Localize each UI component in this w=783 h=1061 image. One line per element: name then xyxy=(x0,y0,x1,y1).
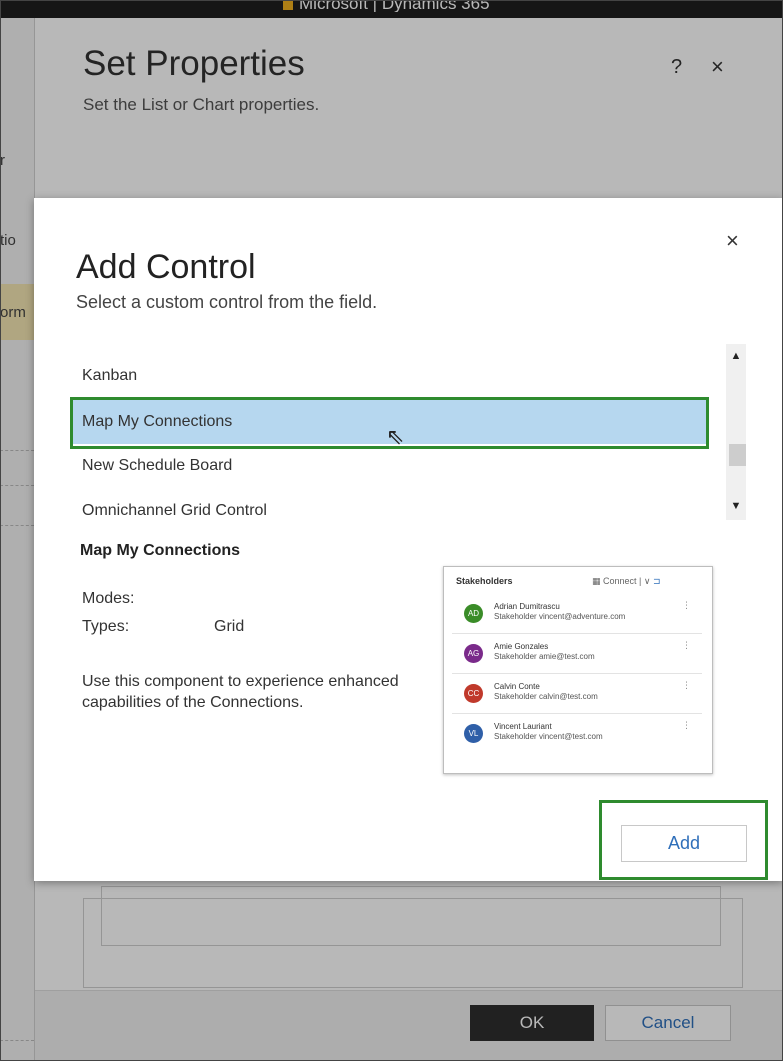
contact-email: vincent@test.com xyxy=(538,732,603,741)
contact-role: Stakeholder xyxy=(494,612,537,621)
contact-role: Stakeholder xyxy=(494,732,537,741)
contact-detail: Stakeholder vincent@test.com xyxy=(494,732,603,741)
contact-name: Vincent Lauriant xyxy=(494,722,552,731)
list-item[interactable]: New Schedule Board xyxy=(70,444,724,488)
scroll-down-icon[interactable]: ▼ xyxy=(726,500,746,512)
preview-row: AG Amie Gonzales Stakeholder amie@test.c… xyxy=(452,634,702,674)
avatar: AD xyxy=(464,604,483,623)
chevron-down-icon: | ∨ xyxy=(636,576,653,586)
dialog-subtitle: Select a custom control from the field. xyxy=(76,292,378,312)
avatar: VL xyxy=(464,724,483,743)
control-detail-title: Map My Connections xyxy=(80,542,241,559)
avatar: AG xyxy=(464,644,483,663)
more-options-icon: ⋮ xyxy=(682,640,691,650)
scrollbar-thumb[interactable] xyxy=(729,444,746,466)
mouse-cursor-icon: ⇖ xyxy=(386,424,405,449)
list-scrollbar[interactable]: ▲ ▼ xyxy=(726,344,746,520)
control-preview-image: Stakeholders ▦ Connect | ∨ ⊐ AD Adrian D… xyxy=(443,566,713,774)
preview-connect-label: Connect xyxy=(603,576,637,586)
contact-email: vincent@adventure.com xyxy=(538,612,626,621)
contact-name: Adrian Dumitrascu xyxy=(494,602,560,611)
modes-label: Modes: xyxy=(82,590,135,607)
close-icon[interactable]: × xyxy=(726,228,739,254)
preview-row: CC Calvin Conte Stakeholder calvin@test.… xyxy=(452,674,702,714)
contact-detail: Stakeholder calvin@test.com xyxy=(494,692,598,701)
contact-name: Amie Gonzales xyxy=(494,642,549,651)
contact-email: amie@test.com xyxy=(538,652,595,661)
types-value: Grid xyxy=(214,618,245,635)
contact-name: Calvin Conte xyxy=(494,682,540,691)
preview-row: VL Vincent Lauriant Stakeholder vincent@… xyxy=(452,714,702,754)
flag-icon: ⊐ xyxy=(652,576,661,586)
grid-icon: ▦ xyxy=(592,576,604,586)
more-options-icon: ⋮ xyxy=(682,600,691,610)
control-description: Use this component to experience enhance… xyxy=(82,673,399,711)
scroll-up-icon[interactable]: ▲ xyxy=(726,350,746,362)
more-options-icon: ⋮ xyxy=(682,680,691,690)
contact-role: Stakeholder xyxy=(494,652,537,661)
types-label: Types: xyxy=(82,618,130,635)
list-item[interactable]: Kanban xyxy=(70,354,724,398)
dialog-title: Add Control xyxy=(76,248,256,286)
add-control-dialog: × Add Control Select a custom control fr… xyxy=(34,198,783,881)
preview-connect: ▦ Connect | ∨ ⊐ xyxy=(592,576,661,587)
contact-role: Stakeholder xyxy=(494,692,537,701)
contact-detail: Stakeholder vincent@adventure.com xyxy=(494,612,625,621)
preview-row: AD Adrian Dumitrascu Stakeholder vincent… xyxy=(452,594,702,634)
more-options-icon: ⋮ xyxy=(682,720,691,730)
contact-email: calvin@test.com xyxy=(538,692,598,701)
contact-detail: Stakeholder amie@test.com xyxy=(494,652,595,661)
preview-header: Stakeholders xyxy=(456,576,513,586)
avatar: CC xyxy=(464,684,483,703)
add-button[interactable]: Add xyxy=(621,825,747,862)
list-item[interactable]: Omnichannel Grid Control xyxy=(70,489,724,522)
